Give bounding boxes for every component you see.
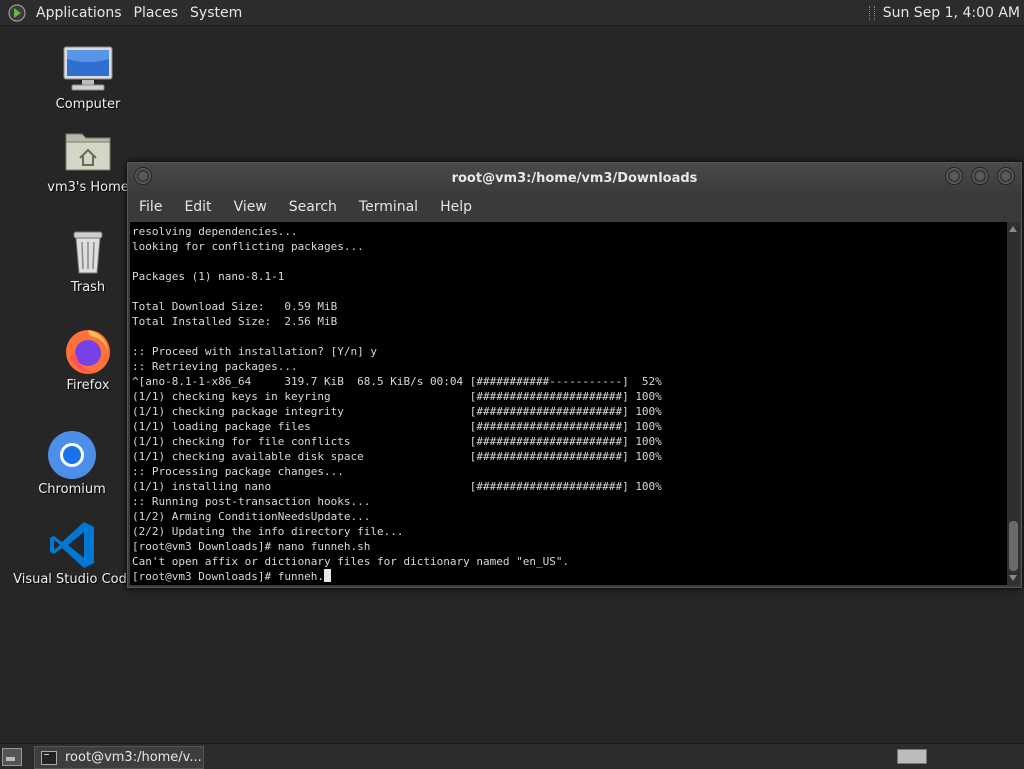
maximize-button[interactable] [971, 167, 989, 185]
terminal-prompt-line[interactable]: [root@vm3 Downloads]# funneh. [132, 569, 1007, 584]
menu-file[interactable]: File [128, 199, 173, 215]
terminal-line: Can't open affix or dictionary files for… [132, 555, 570, 568]
scrollbar-thumb[interactable] [1009, 521, 1018, 571]
desktop-icon-label: Visual Studio Code [13, 572, 135, 587]
workspace-switcher[interactable] [897, 749, 927, 764]
taskbar-item-terminal[interactable]: root@vm3:/home/v... [34, 746, 204, 769]
terminal-line: Packages (1) nano-8.1-1 [132, 270, 285, 283]
distro-logo-icon[interactable] [8, 3, 26, 22]
show-desktop-icon[interactable] [2, 748, 22, 766]
terminal-line: (1/1) checking available disk space [###… [132, 450, 662, 463]
places-menu[interactable]: Places [128, 5, 185, 21]
terminal-line: Total Installed Size: 2.56 MiB [132, 315, 338, 328]
trash-icon [60, 228, 116, 278]
close-button[interactable] [997, 167, 1015, 185]
menu-help[interactable]: Help [429, 199, 483, 215]
desktop-icon-vscode[interactable]: Visual Studio Code [9, 520, 139, 587]
terminal-line: :: Processing package changes... [132, 465, 344, 478]
desktop-icon-computer[interactable]: Computer [23, 45, 153, 112]
terminal-menubar: File Edit View Search Terminal Help [128, 193, 1021, 221]
minimize-button[interactable] [945, 167, 963, 185]
applications-menu[interactable]: Applications [30, 5, 128, 21]
menu-edit[interactable]: Edit [173, 199, 222, 215]
top-panel: Applications Places System Sun Sep 1, 4:… [0, 0, 1024, 26]
window-titlebar[interactable]: root@vm3:/home/vm3/Downloads [128, 163, 1021, 193]
system-menu[interactable]: System [184, 5, 248, 21]
firefox-icon [60, 326, 116, 376]
terminal-line: :: Retrieving packages... [132, 360, 298, 373]
menu-view[interactable]: View [223, 199, 278, 215]
menu-terminal[interactable]: Terminal [348, 199, 429, 215]
terminal-line: (2/2) Updating the info directory file..… [132, 525, 404, 538]
terminal-line: ^[ano-8.1-1-x86_64 319.7 KiB 68.5 KiB/s … [132, 375, 662, 388]
desktop-icon-label: Chromium [38, 482, 106, 497]
terminal-icon [41, 750, 57, 765]
chromium-icon [44, 430, 100, 480]
scroll-down-arrow-icon[interactable] [1009, 575, 1017, 581]
terminal-line: :: Running post-transaction hooks... [132, 495, 371, 508]
terminal-prompt-input[interactable]: [root@vm3 Downloads]# funneh. [132, 570, 324, 583]
terminal-line: (1/1) installing nano [#################… [132, 480, 662, 493]
terminal-line: Total Download Size: 0.59 MiB [132, 300, 338, 313]
desktop-icon-label: Computer [55, 97, 121, 112]
terminal-line: (1/2) Arming ConditionNeedsUpdate... [132, 510, 371, 523]
panel-grip-icon [868, 5, 875, 20]
vscode-icon [46, 520, 102, 570]
taskbar-item-label: root@vm3:/home/v... [65, 750, 202, 765]
terminal-line: (1/1) checking keys in keyring [########… [132, 390, 662, 403]
terminal-output[interactable]: resolving dependencies... looking for co… [130, 222, 1007, 585]
terminal-scrollbar[interactable] [1007, 222, 1020, 585]
terminal-line: :: Proceed with installation? [Y/n] y [132, 345, 378, 358]
clock[interactable]: Sun Sep 1, 4:00 AM [883, 5, 1020, 21]
menu-search[interactable]: Search [278, 199, 348, 215]
clock-area: Sun Sep 1, 4:00 AM [868, 0, 1020, 25]
panel-menu: Applications Places System [0, 0, 248, 25]
computer-icon [60, 45, 116, 95]
window-title: root@vm3:/home/vm3/Downloads [451, 171, 698, 186]
home-folder-icon [60, 128, 116, 178]
terminal-line: (1/1) checking package integrity [######… [132, 405, 662, 418]
terminal-line: looking for conflicting packages... [132, 240, 364, 253]
text-cursor [324, 569, 332, 582]
terminal-line: resolving dependencies... [132, 225, 298, 238]
scroll-up-arrow-icon[interactable] [1009, 226, 1017, 232]
terminal-line: (1/1) checking for file conflicts [#####… [132, 435, 662, 448]
terminal-line: [root@vm3 Downloads]# nano funneh.sh [132, 540, 371, 553]
desktop-icon-chromium[interactable]: Chromium [7, 430, 137, 497]
terminal-line: (1/1) loading package files [###########… [132, 420, 662, 433]
terminal-window[interactable]: root@vm3:/home/vm3/Downloads File Edit V… [127, 162, 1022, 588]
bottom-panel: root@vm3:/home/v... [0, 743, 1024, 769]
